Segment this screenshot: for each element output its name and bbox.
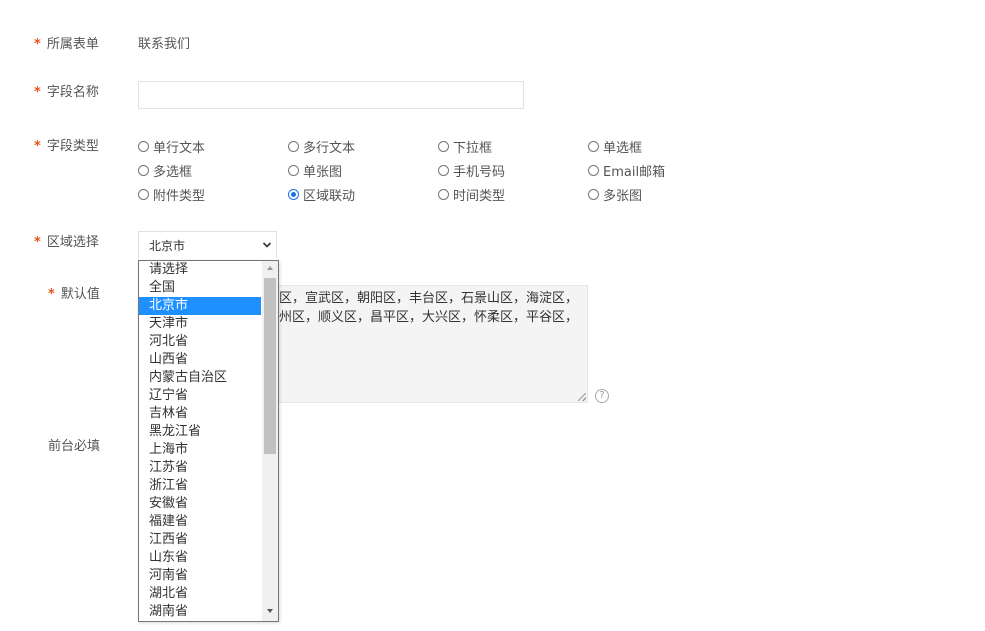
radio-unchecked-icon[interactable] [438,141,449,152]
default-value-label: * 默认值 [48,286,100,304]
radio-unchecked-icon[interactable] [438,165,449,176]
region-option[interactable]: 天津市 [139,315,261,333]
field-type-radio-label: 多张图 [603,189,643,204]
required-mark: * [34,139,41,154]
field-type-radio-4[interactable]: 多选框 [138,161,192,180]
required-mark: * [34,85,41,100]
belong-form-label: * 所属表单 [34,36,99,54]
region-option[interactable]: 全国 [139,279,261,297]
field-type-radio-8[interactable]: 附件类型 [138,185,205,204]
field-type-radio-9[interactable]: 区域联动 [288,185,355,204]
region-select[interactable]: 北京市 [138,231,277,258]
field-type-radio-10[interactable]: 时间类型 [438,185,505,204]
region-option[interactable]: 河南省 [139,567,261,585]
radio-unchecked-icon[interactable] [438,189,449,200]
region-dropdown-list: 请选择 全国 北京市 天津市 河北省 山西省 内蒙古自治区 辽宁省 吉林省 黑龙江省 上海市 江苏省浙… [138,260,279,622]
radio-unchecked-icon[interactable] [288,141,299,152]
field-type-radio-label: 单行文本 [153,141,206,156]
scroll-thumb[interactable] [264,278,276,454]
region-option[interactable]: 江苏省 [139,459,261,477]
region-option[interactable]: 山西省 [139,351,261,369]
scroll-up-arrow-icon[interactable] [262,261,278,277]
field-type-radio-label: 多选框 [153,165,193,180]
field-type-radio-6[interactable]: 手机号码 [438,161,505,180]
field-name-input[interactable] [138,81,524,109]
region-option[interactable]: 请选择 [139,261,261,279]
default-value-textarea[interactable]: 区，宣武区，朝阳区，丰台区，石景山区，海淀区， 州区，顺义区，昌平区，大兴区，怀… [270,285,588,403]
field-type-radio-label: 单张图 [303,165,343,180]
field-type-radio-7[interactable]: Email邮箱 [588,161,665,180]
radio-unchecked-icon[interactable] [288,165,299,176]
region-option[interactable]: 安徽省 [139,495,261,513]
region-option[interactable]: 内蒙古自治区 [139,369,261,387]
default-value-label-text: 默认值 [60,287,100,302]
field-type-radio-3[interactable]: 单选框 [588,137,642,156]
region-option[interactable]: 黑龙江省 [139,423,261,441]
region-option[interactable]: 湖南省 [139,603,261,621]
field-type-radio-11[interactable]: 多张图 [588,185,642,204]
field-type-radio-label: 下拉框 [453,141,493,156]
region-option[interactable]: 北京市 [139,297,261,315]
default-value-line-2: 州区，顺义区，昌平区，大兴区，怀柔区，平谷区， [279,310,579,325]
field-name-label: * 字段名称 [34,84,99,102]
field-type-radio-label: 区域联动 [303,189,356,204]
region-option[interactable]: 江西省 [139,531,261,549]
radio-unchecked-icon[interactable] [138,165,149,176]
region-option[interactable]: 山东省 [139,549,261,567]
radio-unchecked-icon[interactable] [138,141,149,152]
radio-unchecked-icon[interactable] [588,165,599,176]
dropdown-scrollbar[interactable] [262,261,278,621]
region-select-value: 北京市 [149,239,186,253]
field-type-radio-5[interactable]: 单张图 [288,161,342,180]
required-mark: * [48,287,55,302]
region-option[interactable]: 湖北省 [139,585,261,603]
field-type-radio-1[interactable]: 多行文本 [288,137,355,156]
field-type-radio-label: 多行文本 [303,141,356,156]
field-type-radio-2[interactable]: 下拉框 [438,137,492,156]
belong-form-label-text: 所属表单 [46,37,99,52]
field-name-label-text: 字段名称 [46,85,99,100]
belong-form-value: 联系我们 [138,37,191,52]
region-option[interactable]: 辽宁省 [139,387,261,405]
region-option[interactable]: 河北省 [139,333,261,351]
field-type-radio-label: 附件类型 [153,189,206,204]
resize-handle-icon[interactable] [578,393,586,401]
radio-unchecked-icon[interactable] [588,141,599,152]
region-option[interactable]: 浙江省 [139,477,261,495]
required-mark: * [34,37,41,52]
help-icon[interactable]: ? [595,389,609,403]
form-page: * 所属表单 联系我们 * 字段名称 * 字段类型 单行文本 多行文本 下拉框 单选框多选框… [0,0,985,631]
field-type-radio-0[interactable]: 单行文本 [138,137,205,156]
region-option[interactable]: 福建省 [139,513,261,531]
required-mark: * [34,235,41,250]
region-label: * 区域选择 [34,234,99,252]
field-type-radio-label: Email邮箱 [603,165,666,180]
region-label-text: 区域选择 [46,235,99,250]
frontend-required-label: 前台必填 [48,439,101,454]
default-value-line-1: 区，宣武区，朝阳区，丰台区，石景山区，海淀区， [279,291,579,306]
radio-unchecked-icon[interactable] [588,189,599,200]
field-type-label: * 字段类型 [34,138,99,156]
field-type-radio-label: 手机号码 [453,165,506,180]
radio-unchecked-icon[interactable] [138,189,149,200]
region-option[interactable]: 上海市 [139,441,261,459]
radio-checked-icon[interactable] [288,189,299,200]
field-type-radio-label: 时间类型 [453,189,506,204]
field-type-radio-label: 单选框 [603,141,643,156]
region-option[interactable]: 吉林省 [139,405,261,423]
chevron-down-icon [262,232,272,260]
scroll-down-arrow-icon[interactable] [262,604,278,620]
region-options: 请选择 全国 北京市 天津市 河北省 山西省 内蒙古自治区 辽宁省 吉林省 黑龙江省 上海市 江苏省浙… [139,261,261,621]
field-type-label-text: 字段类型 [46,139,99,154]
